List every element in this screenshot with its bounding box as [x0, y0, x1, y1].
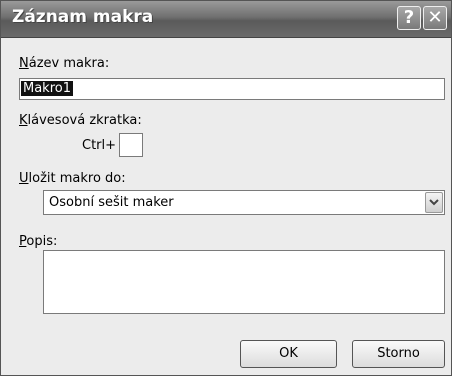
shortcut-label: Klávesová zkratka:: [19, 113, 142, 128]
store-in-select[interactable]: Osobní sešit maker: [43, 190, 445, 215]
ok-button[interactable]: OK: [240, 340, 337, 368]
description-label: Popis:: [19, 234, 58, 249]
store-in-label: Uložit makro do:: [19, 171, 126, 186]
description-textarea[interactable]: [43, 250, 445, 314]
dropdown-button[interactable]: [425, 192, 443, 213]
cancel-button[interactable]: Storno: [352, 340, 445, 368]
macro-name-input[interactable]: Makro1: [19, 78, 445, 100]
macro-name-value: Makro1: [21, 81, 73, 96]
store-in-value: Osobní sešit maker: [49, 195, 174, 210]
help-icon: ?: [403, 7, 415, 28]
dialog-title: Záznam makra: [12, 7, 154, 27]
macro-name-label: Název makra:: [19, 56, 110, 71]
close-button[interactable]: ✕: [423, 6, 447, 30]
record-macro-dialog: Záznam makra ? ✕ Název makra: Makro1 Klá…: [0, 0, 452, 376]
help-button[interactable]: ?: [397, 6, 421, 30]
chevron-down-icon: [429, 199, 439, 206]
title-bar[interactable]: Záznam makra ? ✕: [1, 1, 451, 38]
close-icon: ✕: [427, 7, 443, 28]
ctrl-prefix-label: Ctrl+: [82, 138, 117, 153]
shortcut-key-input[interactable]: [119, 133, 143, 157]
